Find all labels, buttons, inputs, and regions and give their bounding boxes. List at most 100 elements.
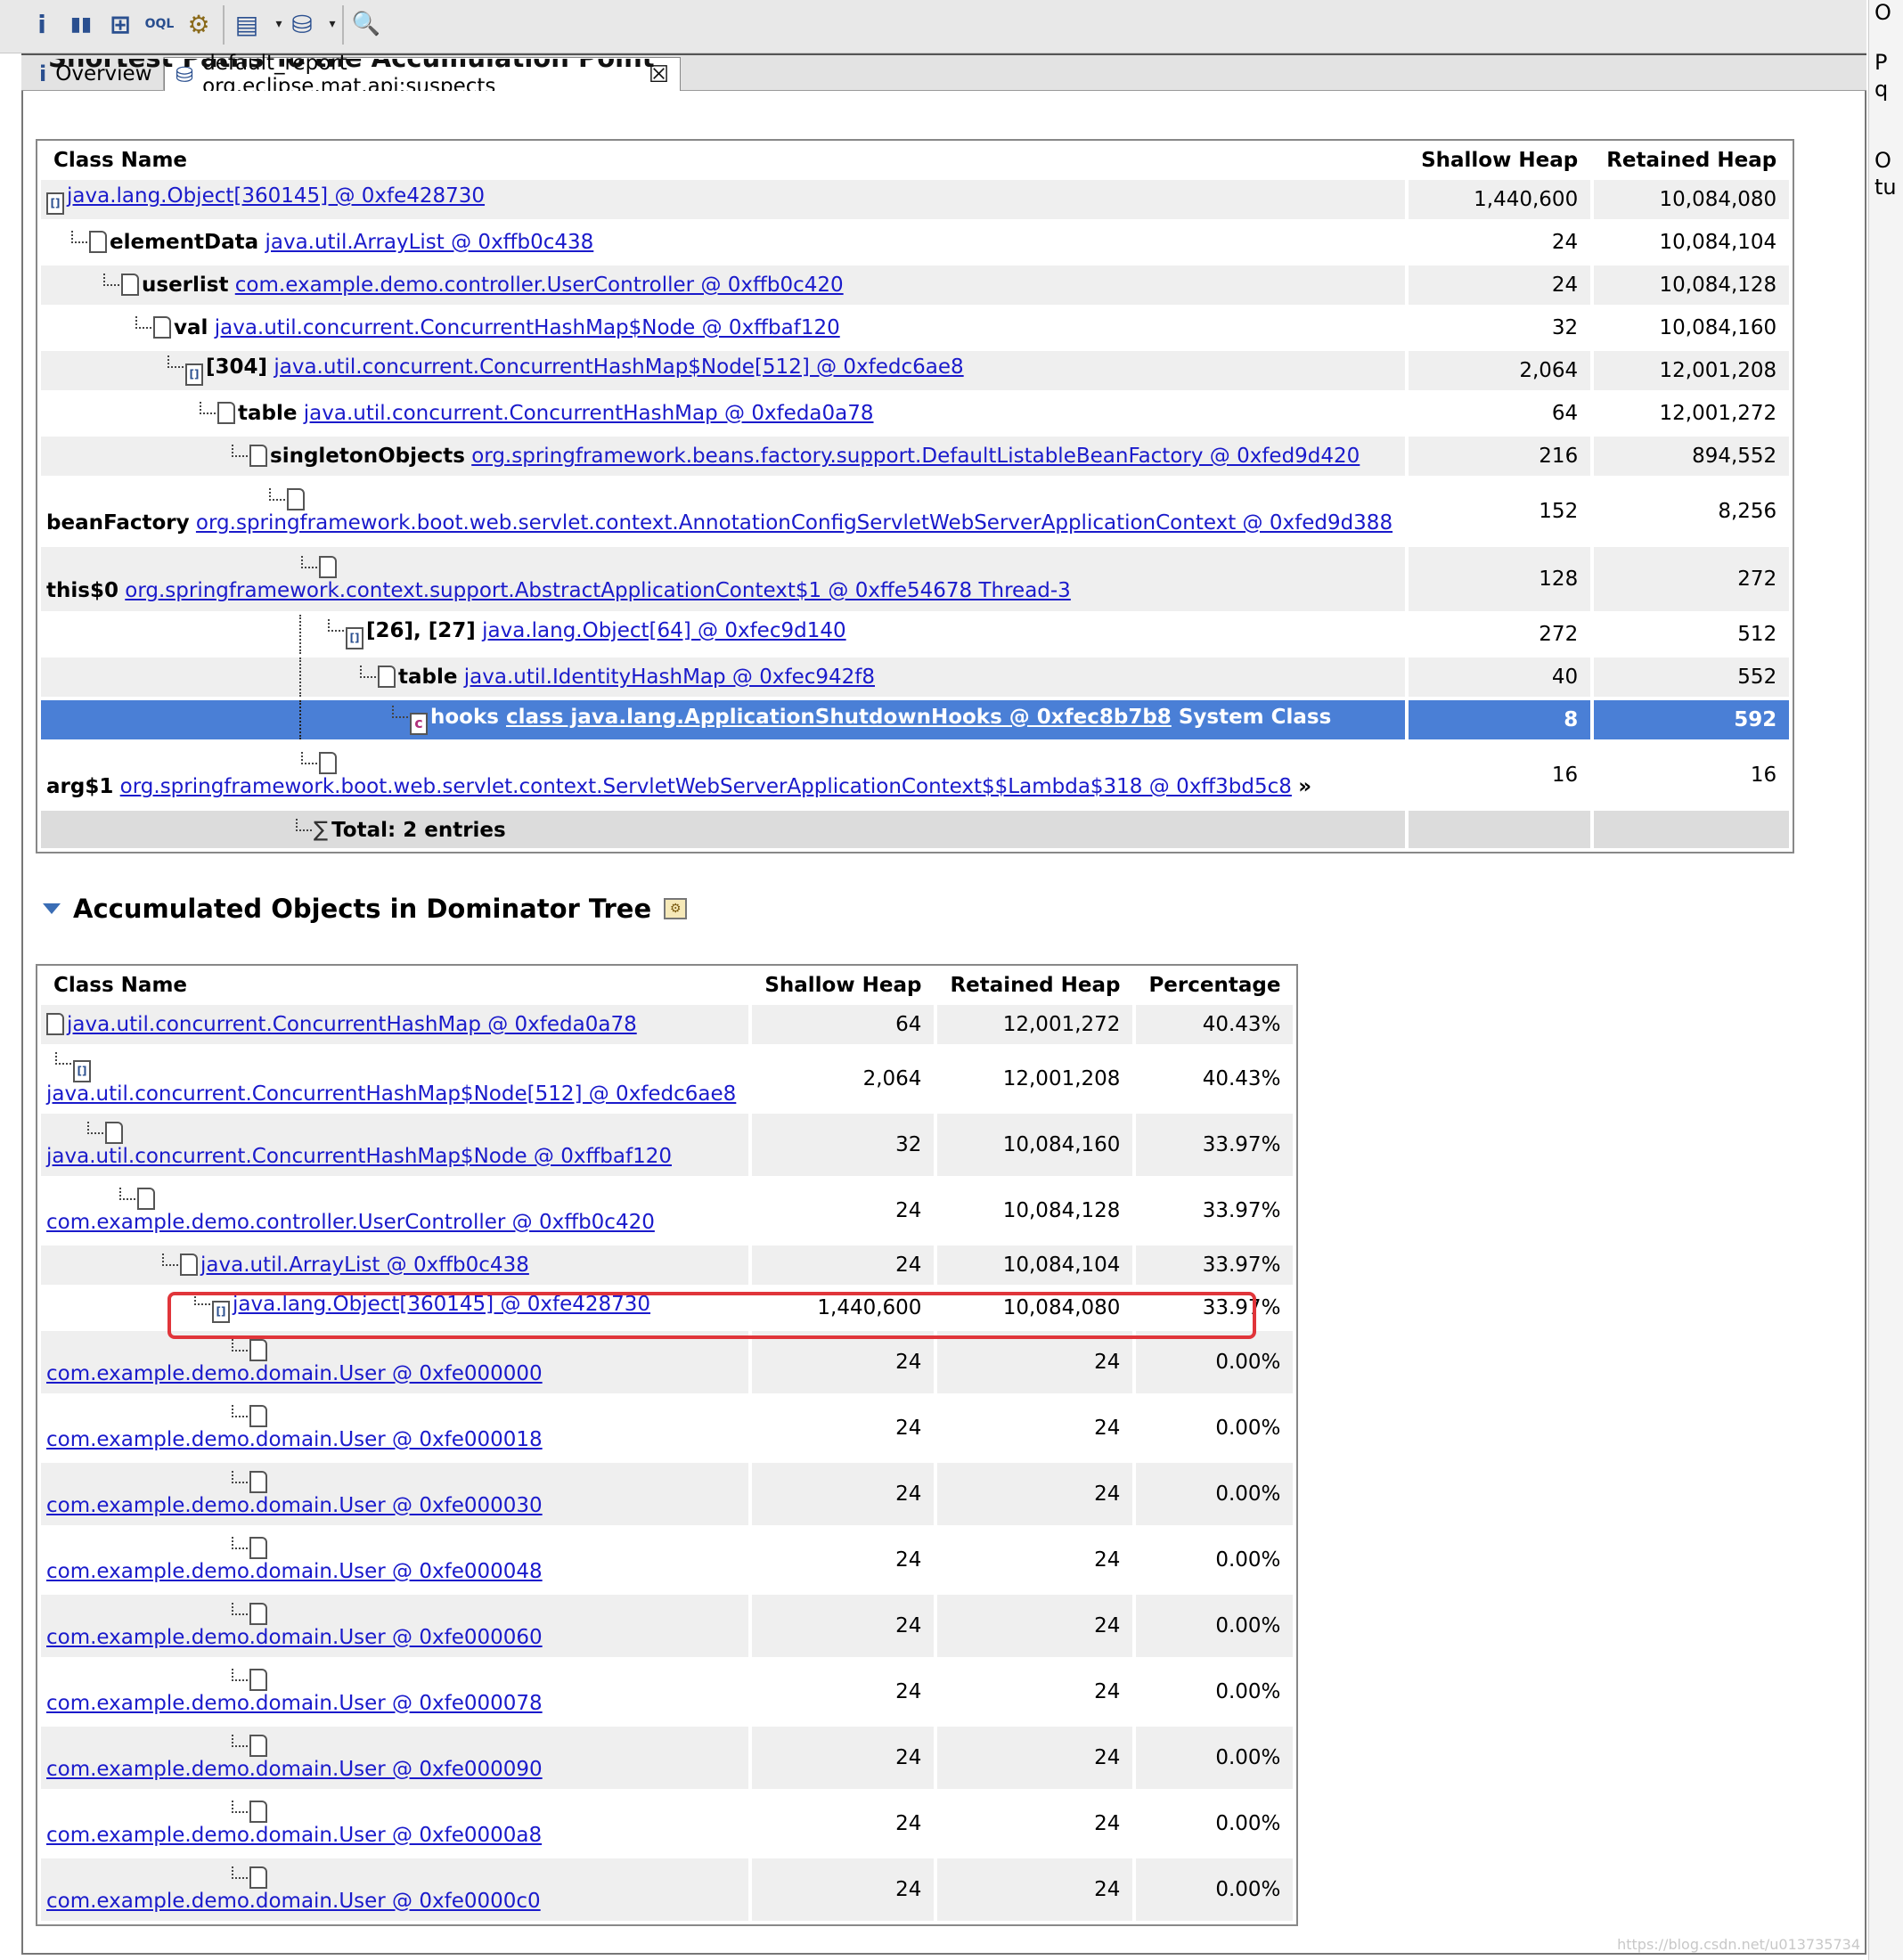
table-row[interactable]: java.util.concurrent.ConcurrentHashMap$N…	[41, 1048, 1294, 1110]
tree-connector	[232, 1339, 248, 1352]
dominator-tree-icon[interactable]: ⊞	[103, 7, 137, 41]
retained-heap-cell: 24	[937, 1331, 1133, 1393]
object-link[interactable]: java.lang.Object[360145] @ 0xfe428730	[67, 184, 485, 208]
object-link[interactable]: org.springframework.beans.factory.suppor…	[471, 445, 1360, 468]
table-row[interactable]: com.example.demo.domain.User @ 0xfe0000c…	[41, 1858, 1294, 1921]
object-link[interactable]: java.lang.Object[64] @ 0xfec9d140	[482, 619, 846, 642]
table-row[interactable]: java.util.ArrayList @ 0xffb0c438 24 10,0…	[41, 1245, 1294, 1285]
adjacent-view-strip: O P q O tu	[1868, 0, 1903, 1960]
retained-heap-cell: 24	[937, 1793, 1133, 1855]
object-link[interactable]: com.example.demo.domain.User @ 0xfe00003…	[46, 1494, 543, 1517]
table-row[interactable]: com.example.demo.domain.User @ 0xfe00000…	[41, 1331, 1294, 1393]
object-link[interactable]: java.util.IdentityHashMap @ 0xfec942f8	[464, 666, 875, 689]
object-link[interactable]: java.util.ArrayList @ 0xffb0c438	[200, 1254, 529, 1277]
tree-connector	[301, 752, 317, 764]
retained-heap-cell: 24	[937, 1397, 1133, 1459]
table-row-selected[interactable]: hooks class java.lang.ApplicationShutdow…	[41, 700, 1790, 739]
find-leaks-dropdown-icon[interactable]: ▾	[315, 7, 349, 41]
column-header-retained-heap[interactable]: Retained Heap	[937, 969, 1133, 1001]
object-link[interactable]: com.example.demo.domain.User @ 0xfe00004…	[46, 1560, 543, 1583]
table-row[interactable]: java.util.concurrent.ConcurrentHashMap @…	[41, 1005, 1294, 1044]
column-header-class-name[interactable]: Class Name	[41, 969, 749, 1001]
object-link[interactable]: com.example.demo.domain.User @ 0xfe00009…	[46, 1758, 543, 1781]
field-name: elementData	[110, 231, 259, 254]
object-link[interactable]: java.util.concurrent.ConcurrentHashMap$N…	[46, 1145, 672, 1168]
object-link[interactable]: com.example.demo.domain.User @ 0xfe0000a…	[46, 1824, 542, 1847]
query-browser-icon[interactable]: ▤	[230, 7, 264, 41]
table-row[interactable]: table java.util.IdentityHashMap @ 0xfec9…	[41, 657, 1790, 697]
object-icon	[46, 1013, 64, 1035]
table-row[interactable]: table java.util.concurrent.ConcurrentHas…	[41, 394, 1790, 433]
table-row[interactable]: userlist com.example.demo.controller.Use…	[41, 265, 1790, 305]
object-link[interactable]: java.lang.Object[360145] @ 0xfe428730	[233, 1293, 650, 1316]
search-icon[interactable]: 🔍	[349, 7, 383, 41]
class-name-cell: elementData java.util.ArrayList @ 0xffb0…	[41, 223, 1406, 262]
column-header-retained-heap[interactable]: Retained Heap	[1594, 144, 1790, 176]
object-link[interactable]: java.util.concurrent.ConcurrentHashMap @…	[67, 1013, 637, 1036]
object-link[interactable]: org.springframework.boot.web.servlet.con…	[120, 775, 1292, 798]
table-row[interactable]: com.example.demo.controller.UserControll…	[41, 1180, 1294, 1242]
field-name: arg$1	[46, 775, 114, 798]
retained-heap-cell: 10,084,160	[1594, 308, 1790, 347]
object-link[interactable]: java.util.concurrent.ConcurrentHashMap$N…	[46, 1082, 736, 1106]
heap-dump-overview-icon[interactable]: ⚙	[182, 7, 216, 41]
object-link[interactable]: com.example.demo.domain.User @ 0xfe00001…	[46, 1428, 543, 1451]
table-row[interactable]: com.example.demo.domain.User @ 0xfe00004…	[41, 1529, 1294, 1591]
object-link[interactable]: org.springframework.boot.web.servlet.con…	[196, 511, 1393, 535]
table-row[interactable]: [304] java.util.concurrent.ConcurrentHas…	[41, 351, 1790, 390]
tree-connector	[162, 1254, 178, 1266]
table-row[interactable]: com.example.demo.domain.User @ 0xfe0000a…	[41, 1793, 1294, 1855]
object-link[interactable]: com.example.demo.controller.UserControll…	[46, 1211, 655, 1234]
table-row[interactable]: this$0 org.springframework.context.suppo…	[41, 547, 1790, 611]
table-row[interactable]: [26], [27] java.lang.Object[64] @ 0xfec9…	[41, 615, 1790, 654]
shallow-heap-cell: 1,440,600	[752, 1288, 935, 1327]
table-row[interactable]: elementData java.util.ArrayList @ 0xffb0…	[41, 223, 1790, 262]
object-link[interactable]: org.springframework.context.support.Abst…	[125, 579, 1071, 602]
object-link[interactable]: com.example.demo.domain.User @ 0xfe00007…	[46, 1692, 543, 1715]
open-query-icon[interactable]: ⚙	[664, 898, 688, 919]
table-row[interactable]: singletonObjects org.springframework.bea…	[41, 437, 1790, 476]
column-header-shallow-heap[interactable]: Shallow Heap	[752, 969, 935, 1001]
table-row[interactable]: com.example.demo.domain.User @ 0xfe00001…	[41, 1397, 1294, 1459]
info-icon[interactable]: i	[25, 7, 59, 41]
find-leaks-icon[interactable]: ⛁	[285, 7, 319, 41]
percentage-cell: 0.00%	[1136, 1595, 1294, 1657]
table-row[interactable]: java.util.concurrent.ConcurrentHashMap$N…	[41, 1114, 1294, 1176]
object-link[interactable]: java.util.concurrent.ConcurrentHashMap$N…	[274, 355, 963, 379]
section-title-shortest-paths: Shortest Paths To the Accumulation Point	[48, 59, 655, 91]
histogram-icon[interactable]: ▮▮	[64, 7, 98, 41]
field-name: hooks	[430, 705, 499, 729]
more-indicator[interactable]: »	[1298, 775, 1311, 798]
object-link[interactable]: com.example.demo.domain.User @ 0xfe0000c…	[46, 1890, 541, 1913]
table-row[interactable]: beanFactory org.springframework.boot.web…	[41, 479, 1790, 543]
class-name-cell: singletonObjects org.springframework.bea…	[41, 437, 1406, 476]
table-row[interactable]: val java.util.concurrent.ConcurrentHashM…	[41, 308, 1790, 347]
object-link[interactable]: java.util.concurrent.ConcurrentHashMap$N…	[215, 316, 840, 339]
tree-connector	[55, 1052, 71, 1065]
oql-icon[interactable]: OQL	[143, 7, 176, 41]
tree-connector	[119, 1188, 135, 1200]
object-link[interactable]: java.util.concurrent.ConcurrentHashMap @…	[304, 402, 874, 425]
table-row[interactable]: com.example.demo.domain.User @ 0xfe00003…	[41, 1463, 1294, 1525]
table-row[interactable]: java.lang.Object[360145] @ 0xfe428730 1,…	[41, 180, 1790, 219]
column-header-shallow-heap[interactable]: Shallow Heap	[1409, 144, 1591, 176]
collapse-triangle-icon[interactable]	[43, 903, 61, 914]
percentage-cell: 40.43%	[1136, 1005, 1294, 1044]
table-row[interactable]: com.example.demo.domain.User @ 0xfe00006…	[41, 1595, 1294, 1657]
object-link[interactable]: com.example.demo.controller.UserControll…	[235, 274, 844, 297]
column-header-percentage[interactable]: Percentage	[1136, 969, 1294, 1001]
tree-connector	[296, 819, 312, 831]
retained-heap-cell: 16	[1594, 743, 1790, 807]
array-object-icon	[73, 1060, 91, 1082]
retained-heap-cell: 24	[937, 1463, 1133, 1525]
object-link[interactable]: class java.lang.ApplicationShutdownHooks…	[506, 706, 1172, 729]
table-row[interactable]: com.example.demo.domain.User @ 0xfe00007…	[41, 1661, 1294, 1723]
object-link[interactable]: java.util.ArrayList @ 0xffb0c438	[265, 231, 593, 254]
table-row[interactable]: arg$1 org.springframework.boot.web.servl…	[41, 743, 1790, 807]
table-row[interactable]: java.lang.Object[360145] @ 0xfe428730 1,…	[41, 1288, 1294, 1327]
column-header-class-name[interactable]: Class Name	[41, 144, 1406, 176]
retained-heap-cell: 24	[937, 1858, 1133, 1921]
object-link[interactable]: com.example.demo.domain.User @ 0xfe00006…	[46, 1626, 543, 1649]
object-link[interactable]: com.example.demo.domain.User @ 0xfe00000…	[46, 1362, 543, 1385]
table-row[interactable]: com.example.demo.domain.User @ 0xfe00009…	[41, 1727, 1294, 1789]
